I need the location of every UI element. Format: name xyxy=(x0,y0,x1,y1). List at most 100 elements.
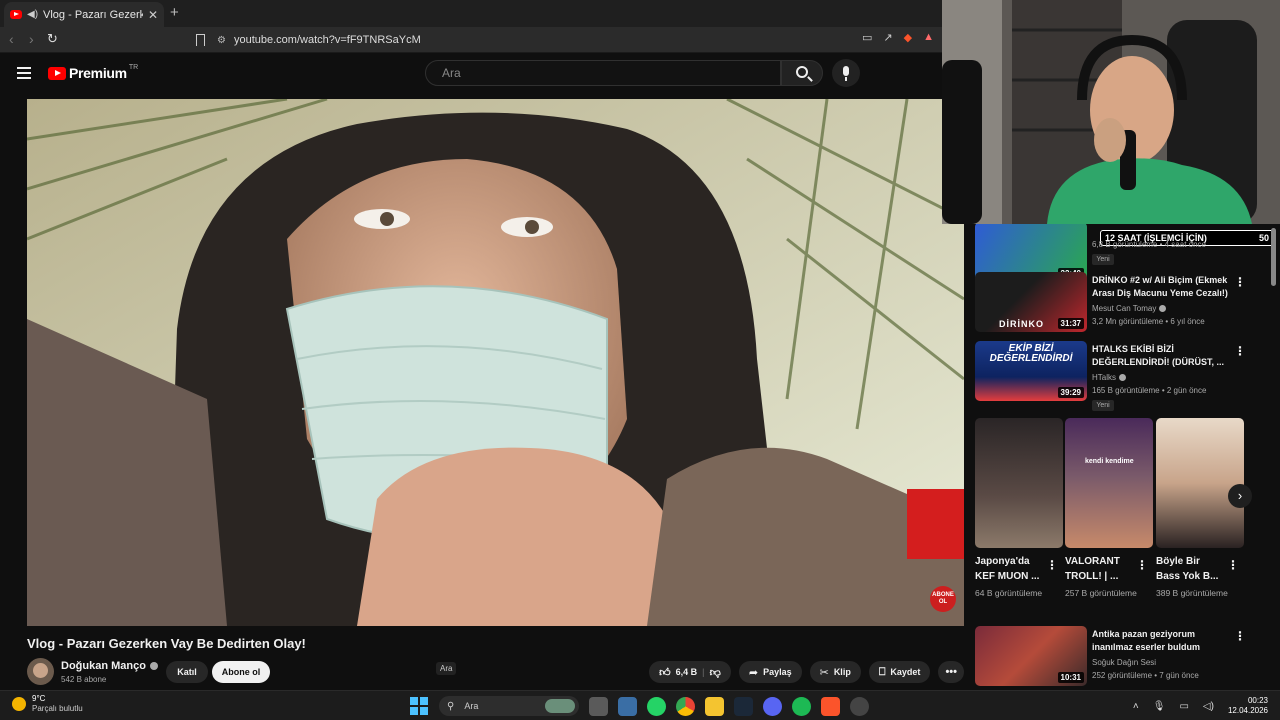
search-placeholder: Ara xyxy=(442,66,461,80)
back-icon[interactable]: ‹ xyxy=(9,31,14,47)
browser-tab[interactable]: ◀) Vlog - Pazarı Gezerken Vay Be Dedirte… xyxy=(4,2,164,27)
more-options-icon[interactable]: ⋮ xyxy=(1234,275,1246,289)
recommendation-item[interactable]: DİRİNKO 31:37 DRİNKO #2 w/ Ali Biçim (Ek… xyxy=(975,272,1265,332)
new-badge: Yeni xyxy=(1092,254,1114,265)
recommendation-item[interactable]: EKİP BİZİ DEĞERLENDİRDİ 39:29 HTALKS EKİ… xyxy=(975,341,1265,411)
brave-browser-icon[interactable] xyxy=(821,696,840,716)
video-player[interactable]: ABONE OL xyxy=(27,99,964,626)
tab-title: Vlog - Pazarı Gezerken Vay Be Dedirten O… xyxy=(43,8,143,21)
file-explorer-icon[interactable] xyxy=(705,696,724,716)
short-title[interactable]: Böyle Bir Bass Yok B... xyxy=(1156,554,1226,584)
more-options-icon[interactable]: ⋮ xyxy=(1046,558,1058,572)
more-actions-button[interactable]: ••• xyxy=(938,661,964,683)
cast-icon[interactable]: ▭ xyxy=(862,31,872,44)
video-thumbnail[interactable]: 10:31 xyxy=(975,626,1087,686)
video-thumbnail[interactable]: DİRİNKO 31:37 xyxy=(975,272,1087,332)
join-button[interactable]: Katıl xyxy=(166,661,208,683)
brave-shield-icon[interactable]: ◆ xyxy=(904,31,912,44)
channel-row[interactable]: Mesut Can Tomay xyxy=(1092,304,1167,313)
webcam-frame xyxy=(942,0,1280,224)
subscribe-button[interactable]: Abone ol xyxy=(212,661,270,683)
close-icon[interactable]: ✕ xyxy=(148,8,158,22)
microphone-tray-icon[interactable]: 🎙︎ xyxy=(1153,701,1166,712)
short-title[interactable]: VALORANT TROLL! | ... xyxy=(1065,554,1135,584)
chevron-up-icon[interactable]: ˄ xyxy=(1133,701,1139,712)
channel-name[interactable]: HTalks xyxy=(1092,373,1116,382)
duration-badge: 31:37 xyxy=(1057,318,1084,329)
more-options-icon[interactable]: ⋮ xyxy=(1234,629,1246,643)
whatsapp-icon[interactable] xyxy=(647,696,666,716)
url-field[interactable]: ⚙ youtube.com/watch?v=fF9TNRSaYcM xyxy=(196,29,931,51)
share-arrow-icon: ➦ xyxy=(748,666,759,679)
thumbnail-caption: DİRİNKO xyxy=(999,319,1044,329)
channel-name[interactable]: Soğuk Dağın Sesi xyxy=(1092,658,1156,667)
youtube-logo[interactable]: Premium TR xyxy=(48,64,138,81)
windows-start-icon[interactable] xyxy=(410,696,429,716)
channel-row[interactable]: HTalks xyxy=(1092,373,1127,382)
search-input[interactable]: Ara xyxy=(425,60,781,86)
share-icon[interactable]: ↗ xyxy=(883,31,892,44)
duration-badge: 10:31 xyxy=(1057,672,1084,683)
site-info-icon[interactable]: ⚙ xyxy=(217,35,226,46)
reload-icon[interactable]: ↻ xyxy=(47,31,58,47)
voice-search-button[interactable] xyxy=(832,59,860,87)
short-item[interactable]: Böyle Bir Bass Yok B... 389 B görüntülem… xyxy=(1156,418,1244,600)
channel-name[interactable]: Mesut Can Tomay xyxy=(1092,304,1156,313)
rewards-icon[interactable]: ▲ xyxy=(923,31,934,44)
forward-icon[interactable]: › xyxy=(29,31,34,47)
volume-icon[interactable]: ◁) xyxy=(1203,701,1214,712)
save-button[interactable]: ⎕ Kaydet xyxy=(868,661,931,683)
spotify-icon[interactable] xyxy=(792,696,811,716)
search-icon: ⚲ xyxy=(447,700,455,712)
speaker-icon[interactable]: ◀) xyxy=(27,9,38,20)
video-title-link[interactable]: DRİNKO #2 w/ Ali Biçim (Ekmek Arası Diş … xyxy=(1092,274,1232,300)
more-options-icon[interactable]: ⋮ xyxy=(1227,558,1239,572)
short-item[interactable]: Japonya'da KEF MUON ... 64 B görüntüleme… xyxy=(975,418,1063,600)
video-title-link[interactable]: HTALKS EKİBİ BİZİ DEĞERLENDİRDİ! (DÜRÜST… xyxy=(1092,343,1232,369)
video-title-link[interactable]: Antika pazan geziyorum inanılmaz eserler… xyxy=(1092,628,1232,654)
thumbs-down-icon[interactable]: 👎︎ xyxy=(710,666,721,679)
new-tab-icon[interactable]: + xyxy=(170,4,179,21)
thumbnail-caption: EKİP BİZİ DEĞERLENDİRDİ xyxy=(989,343,1073,364)
taskbar-search[interactable]: ⚲ Ara xyxy=(439,696,579,716)
store-icon[interactable] xyxy=(618,696,637,716)
windows-taskbar: 9°C Parçalı bulutlu ⚲ Ara ˄ 🎙︎ ▭ ◁) 00:2… xyxy=(0,690,1280,720)
recommendation-item[interactable]: 10:31 Antika pazan geziyorum inanılmaz e… xyxy=(975,626,1265,686)
short-thumbnail[interactable]: kendi kendime xyxy=(1065,418,1153,548)
like-button[interactable]: 👍︎ 6,4 B | 👎︎ xyxy=(649,661,731,683)
channel-avatar[interactable] xyxy=(27,658,54,685)
subscribe-watermark[interactable]: ABONE OL xyxy=(930,586,956,612)
more-options-icon[interactable]: ⋮ xyxy=(1234,344,1246,358)
clip-button[interactable]: ✂ Klip xyxy=(809,661,861,683)
browser-tab-strip: ◀) Vlog - Pazarı Gezerken Vay Be Dedirte… xyxy=(0,0,942,27)
chrome-icon[interactable] xyxy=(676,696,695,716)
menu-icon[interactable] xyxy=(17,67,31,79)
youtube-favicon-icon xyxy=(10,10,22,19)
short-title[interactable]: Japonya'da KEF MUON ... xyxy=(975,554,1045,584)
short-thumbnail[interactable] xyxy=(975,418,1063,548)
app-icon[interactable] xyxy=(850,696,869,716)
bookmark-icon[interactable] xyxy=(196,34,205,46)
share-button[interactable]: ➦ Paylaş xyxy=(738,661,802,683)
channel-name[interactable]: Doğukan Manço xyxy=(61,660,146,672)
discord-icon[interactable] xyxy=(763,696,782,716)
steam-icon[interactable] xyxy=(734,696,753,716)
video-meta: 3,2 Mn görüntüleme • 6 yıl önce xyxy=(1092,317,1205,326)
weather-widget[interactable]: 9°C Parçalı bulutlu xyxy=(12,694,83,714)
bookmark-save-icon: ⎕ xyxy=(878,665,886,678)
taskbar-search-label: Ara xyxy=(464,701,479,711)
watermark-line1: ABONE xyxy=(932,592,954,598)
shorts-next-button[interactable]: › xyxy=(1228,484,1252,508)
like-count: 6,4 B xyxy=(675,667,698,677)
thumbs-up-icon: 👍︎ xyxy=(659,666,671,679)
more-options-icon[interactable]: ⋮ xyxy=(1136,558,1148,572)
video-thumbnail[interactable]: EKİP BİZİ DEĞERLENDİRDİ 39:29 xyxy=(975,341,1087,401)
network-icon[interactable]: ▭ xyxy=(1179,701,1188,712)
video-actions: 👍︎ 6,4 B | 👎︎ ➦ Paylaş ✂ Klip ⎕ Kaydet •… xyxy=(649,661,964,683)
task-view-icon[interactable] xyxy=(589,696,608,716)
channel-name-row[interactable]: Doğukan Manço xyxy=(61,660,158,672)
short-thumbnail[interactable] xyxy=(1156,418,1244,548)
search-button[interactable] xyxy=(781,60,823,86)
short-item[interactable]: kendi kendime VALORANT TROLL! | ... 257 … xyxy=(1065,418,1153,600)
clock[interactable]: 00:23 12.04.2026 xyxy=(1228,696,1268,716)
